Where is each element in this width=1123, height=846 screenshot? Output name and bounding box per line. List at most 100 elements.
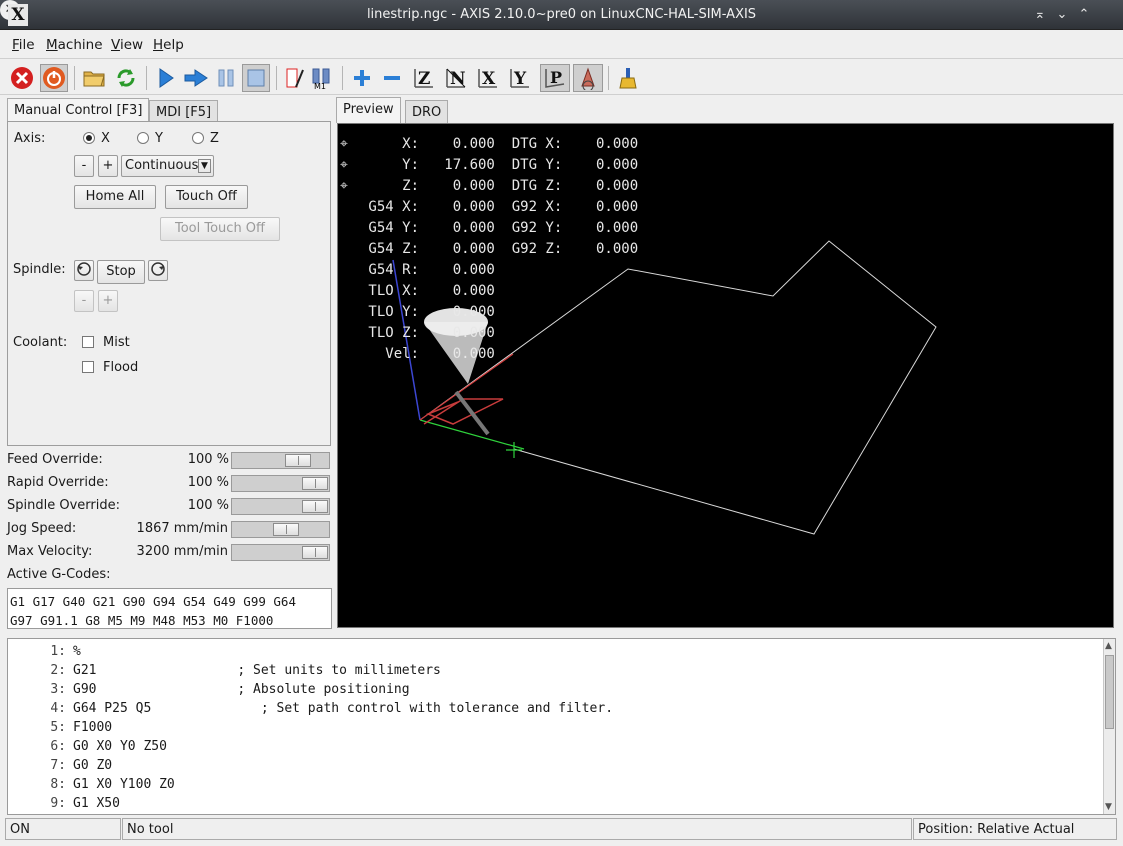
status-state: ON xyxy=(5,818,121,840)
slider-thumb[interactable] xyxy=(285,454,311,467)
open-file-icon[interactable] xyxy=(80,64,108,92)
jog-speed-label: Jog Speed: xyxy=(7,521,77,536)
keep-above-icon[interactable]: ⌅ xyxy=(1030,5,1050,25)
spindle-minus-button[interactable]: - xyxy=(74,290,94,312)
svg-text:X: X xyxy=(482,69,496,89)
slider-thumb[interactable] xyxy=(302,500,328,513)
axis-x-label: X xyxy=(101,131,110,146)
rapid-override-slider[interactable] xyxy=(231,475,330,492)
spindle-label: Spindle: xyxy=(13,262,66,277)
dro-row: TLO Z: 0.000 xyxy=(360,325,495,341)
mist-checkbox[interactable] xyxy=(82,336,94,348)
spindle-stop-button[interactable]: Stop xyxy=(97,260,145,284)
manual-control-panel: Axis: X Y Z - + Continuous ▼ Home All Tou… xyxy=(7,121,331,446)
spindle-cw-icon[interactable] xyxy=(148,260,168,281)
view-z2-icon[interactable]: N xyxy=(442,64,470,92)
zoom-in-icon[interactable] xyxy=(348,64,376,92)
spindle-override-slider[interactable] xyxy=(231,498,330,515)
active-gcodes-box[interactable]: G1 G17 G40 G21 G90 G94 G54 G49 G99 G64 G9… xyxy=(7,588,332,629)
toolbar: M1 Z N X Y P xyxy=(0,60,1123,95)
jog-mode-value: Continuous xyxy=(125,158,199,173)
program-listing[interactable]: 1:% 2: G21 ; Set units to millimeters 3: G… xyxy=(7,638,1116,815)
rapid-override-value: 100 % xyxy=(187,475,229,490)
spindle-override-value: 100 % xyxy=(187,498,229,513)
stop-icon[interactable] xyxy=(242,64,270,92)
homed-icon: ⌖ xyxy=(340,157,348,173)
axis-x-radio[interactable] xyxy=(83,132,95,144)
machine-power-icon[interactable] xyxy=(40,64,68,92)
clear-plot-icon[interactable] xyxy=(614,64,642,92)
dro-row: G54 Y: 0.000 G92 Y: 0.000 xyxy=(360,220,639,236)
flood-checkbox[interactable] xyxy=(82,361,94,373)
feed-override-slider[interactable] xyxy=(231,452,330,469)
zoom-out-icon[interactable] xyxy=(378,64,406,92)
toggle-optional-stop-icon[interactable]: M1 xyxy=(309,64,337,92)
title-bar[interactable]: X linestrip.ngc - AXIS 2.10.0~pre0 on Li… xyxy=(0,0,1123,30)
scroll-down-icon[interactable]: ▼ xyxy=(1105,802,1112,812)
dro-row: TLO Y: 0.000 xyxy=(360,304,495,320)
toggle-skip-lines-icon[interactable] xyxy=(280,64,308,92)
jog-plus-button[interactable]: + xyxy=(98,155,118,177)
scrollbar-thumb[interactable] xyxy=(1105,655,1114,729)
minimize-icon[interactable]: ⌄ xyxy=(1052,5,1072,25)
program-scrollbar[interactable]: ▲ ▼ xyxy=(1103,639,1115,814)
reload-icon[interactable] xyxy=(112,64,140,92)
menu-machine[interactable]: Machine xyxy=(46,37,103,53)
homed-icon: ⌖ xyxy=(340,136,348,152)
slider-thumb[interactable] xyxy=(302,546,328,559)
view-p-icon[interactable]: P xyxy=(540,64,570,92)
dro-row: Vel: 0.000 xyxy=(360,346,495,362)
run-icon[interactable] xyxy=(152,64,180,92)
spindle-plus-button[interactable]: + xyxy=(98,290,118,312)
dro-overlay: ⌖ X: 0.000 DTG X: 0.000 ⌖ Y: 17.600 DTG … xyxy=(338,124,638,394)
svg-text:N: N xyxy=(450,69,466,89)
status-position: Position: Relative Actual xyxy=(913,818,1117,840)
rotate-view-icon[interactable] xyxy=(573,64,603,92)
tool-touch-off-button[interactable]: Tool Touch Off xyxy=(160,217,280,241)
active-gcodes-label: Active G-Codes: xyxy=(7,567,111,582)
max-velocity-value: 3200 mm/min xyxy=(136,544,228,559)
axis-y-label: Y xyxy=(155,131,163,146)
home-all-button[interactable]: Home All xyxy=(74,185,156,209)
view-x-icon[interactable]: X xyxy=(474,64,502,92)
active-gcodes-line: G1 G17 G40 G21 G90 G94 G54 G49 G99 G64 xyxy=(10,594,296,609)
menu-bar: File Machine View Help xyxy=(0,31,1123,59)
status-tool: No tool xyxy=(122,818,912,840)
axis-y-radio[interactable] xyxy=(137,132,149,144)
spindle-ccw-icon[interactable] xyxy=(74,260,94,281)
dro-row: TLO X: 0.000 xyxy=(360,283,495,299)
tab-dro[interactable]: DRO xyxy=(405,100,449,124)
chevron-down-icon: ▼ xyxy=(198,159,211,173)
menu-help[interactable]: Help xyxy=(153,37,184,53)
touch-off-button[interactable]: Touch Off xyxy=(165,185,248,209)
active-gcodes-line: G97 G91.1 G8 M5 M9 M48 M53 M0 F1000 xyxy=(10,613,274,628)
toolpath-line xyxy=(419,240,937,535)
slider-thumb[interactable] xyxy=(273,523,299,536)
flood-label: Flood xyxy=(103,360,139,375)
feed-override-value: 100 % xyxy=(187,452,229,467)
view-z-icon[interactable]: Z xyxy=(410,64,438,92)
rapid-override-label: Rapid Override: xyxy=(7,475,109,490)
window-title: linestrip.ngc - AXIS 2.10.0~pre0 on Linu… xyxy=(366,7,757,22)
pause-icon[interactable] xyxy=(212,64,240,92)
menu-file[interactable]: File xyxy=(12,37,35,53)
tab-preview[interactable]: Preview xyxy=(336,97,401,123)
jog-speed-slider[interactable] xyxy=(231,521,330,538)
max-velocity-slider[interactable] xyxy=(231,544,330,561)
preview-canvas[interactable]: ⌖ X: 0.000 DTG X: 0.000 ⌖ Y: 17.600 DTG … xyxy=(337,123,1114,628)
jog-minus-button[interactable]: - xyxy=(74,155,94,177)
svg-text:Z: Z xyxy=(418,69,430,89)
slider-thumb[interactable] xyxy=(302,477,328,490)
mist-label: Mist xyxy=(103,335,130,350)
axis-z-radio[interactable] xyxy=(192,132,204,144)
maximize-icon[interactable]: ⌃ xyxy=(1074,5,1094,25)
jog-speed-value: 1867 mm/min xyxy=(136,521,228,536)
feed-override-label: Feed Override: xyxy=(7,452,103,467)
step-icon[interactable] xyxy=(182,64,210,92)
jog-mode-select[interactable]: Continuous ▼ xyxy=(121,155,214,177)
scroll-up-icon[interactable]: ▲ xyxy=(1105,641,1112,651)
estop-icon[interactable] xyxy=(8,64,36,92)
view-y-icon[interactable]: Y xyxy=(506,64,534,92)
coolant-label: Coolant: xyxy=(13,335,68,350)
menu-view[interactable]: View xyxy=(111,37,143,53)
